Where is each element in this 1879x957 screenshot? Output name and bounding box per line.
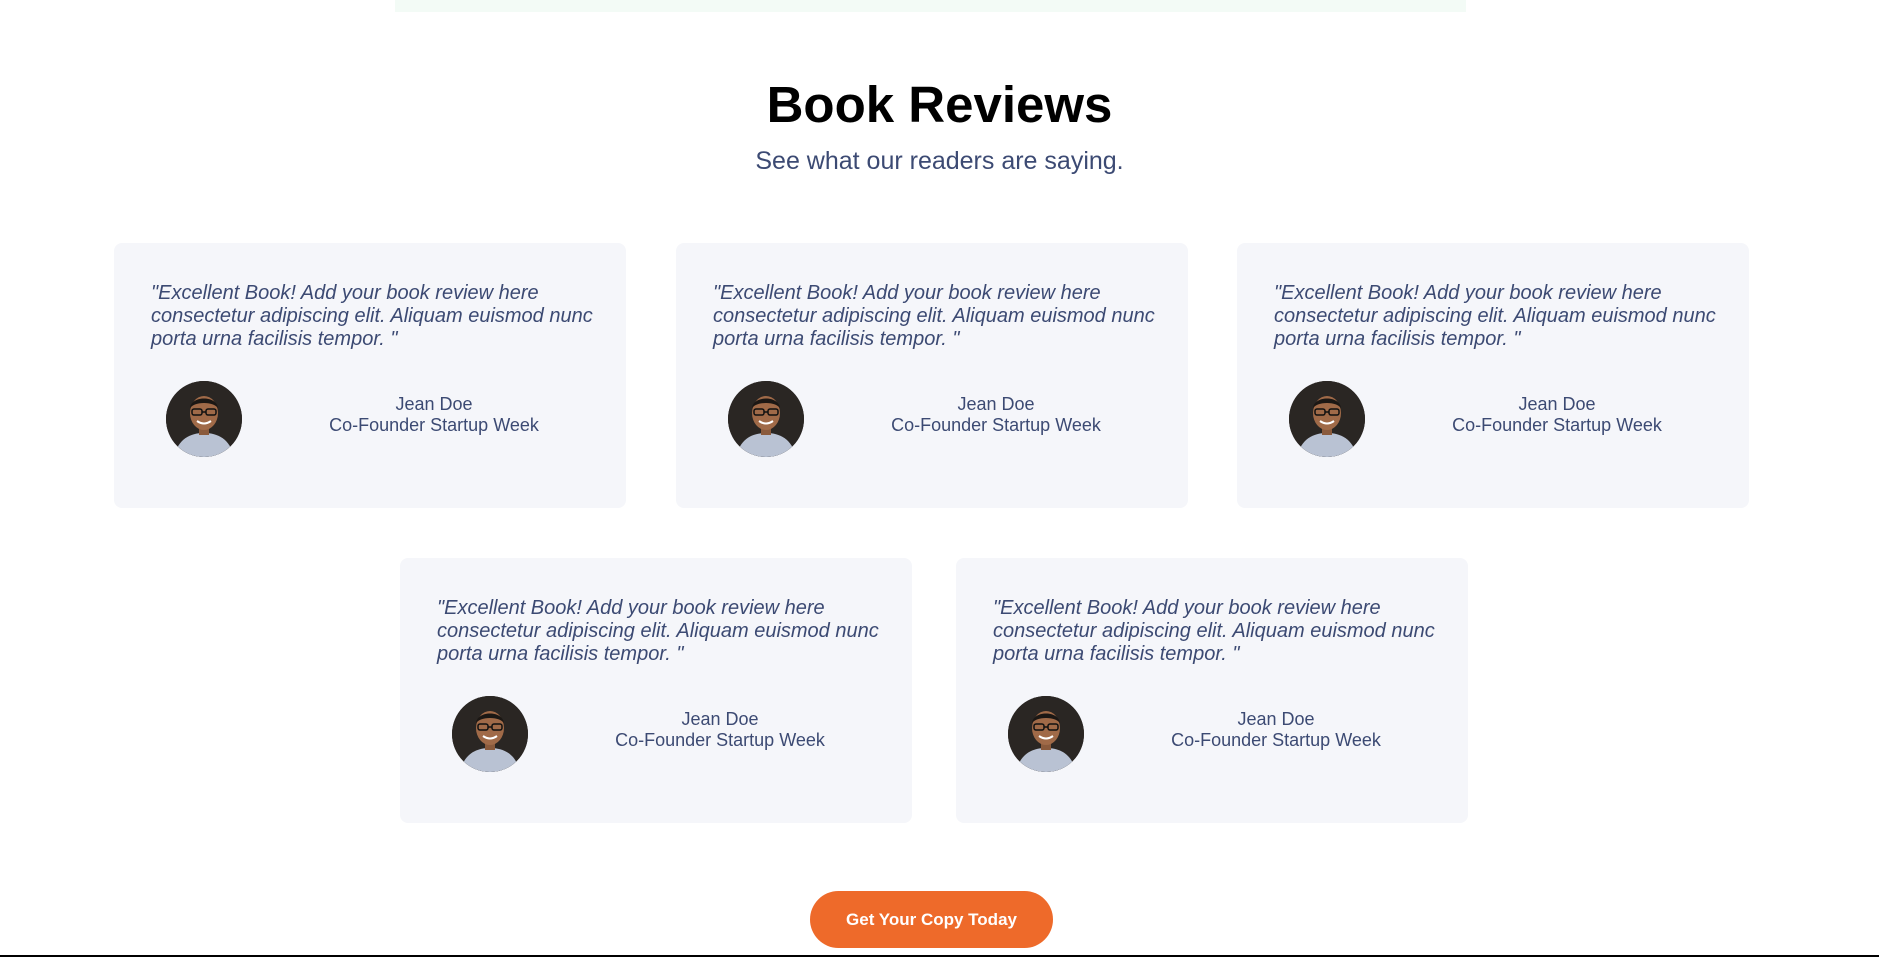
review-author: Jean Doe Co-Founder Startup Week xyxy=(861,394,1131,436)
review-quote: "Excellent Book! Add your book review he… xyxy=(1274,282,1716,350)
review-quote: "Excellent Book! Add your book review he… xyxy=(713,282,1155,350)
person-avatar-icon xyxy=(452,696,528,772)
reviewer-role: Co-Founder Startup Week xyxy=(329,415,539,435)
person-avatar-icon xyxy=(1008,696,1084,772)
reviewer-avatar xyxy=(452,696,528,772)
reviewer-avatar xyxy=(1008,696,1084,772)
reviewer-role: Co-Founder Startup Week xyxy=(891,415,1101,435)
review-author: Jean Doe Co-Founder Startup Week xyxy=(585,709,855,751)
reviewer-avatar xyxy=(728,381,804,457)
review-author: Jean Doe Co-Founder Startup Week xyxy=(1141,709,1411,751)
review-card: "Excellent Book! Add your book review he… xyxy=(114,243,626,508)
review-author: Jean Doe Co-Founder Startup Week xyxy=(299,394,569,436)
reviewer-avatar xyxy=(1289,381,1365,457)
reviewer-name: Jean Doe xyxy=(681,709,759,729)
person-avatar-icon xyxy=(728,381,804,457)
reviewer-name: Jean Doe xyxy=(957,394,1035,414)
reviewer-name: Jean Doe xyxy=(395,394,473,414)
section-subtitle: See what our readers are saying. xyxy=(755,147,1124,175)
reviewer-role: Co-Founder Startup Week xyxy=(1171,730,1381,750)
review-author: Jean Doe Co-Founder Startup Week xyxy=(1422,394,1692,436)
person-avatar-icon xyxy=(1289,381,1365,457)
reviewer-avatar xyxy=(166,381,242,457)
review-quote: "Excellent Book! Add your book review he… xyxy=(437,597,879,665)
reviewer-name: Jean Doe xyxy=(1518,394,1596,414)
reviewer-role: Co-Founder Startup Week xyxy=(1452,415,1662,435)
review-card: "Excellent Book! Add your book review he… xyxy=(956,558,1468,823)
review-card: "Excellent Book! Add your book review he… xyxy=(676,243,1188,508)
reviewer-name: Jean Doe xyxy=(1237,709,1315,729)
reviewer-role: Co-Founder Startup Week xyxy=(615,730,825,750)
review-card: "Excellent Book! Add your book review he… xyxy=(400,558,912,823)
previous-section-strip xyxy=(395,0,1466,12)
person-avatar-icon xyxy=(166,381,242,457)
section-title: Book Reviews xyxy=(766,76,1113,133)
review-quote: "Excellent Book! Add your book review he… xyxy=(151,282,593,350)
review-quote: "Excellent Book! Add your book review he… xyxy=(993,597,1435,665)
get-your-copy-button[interactable]: Get Your Copy Today xyxy=(810,891,1053,948)
review-card: "Excellent Book! Add your book review he… xyxy=(1237,243,1749,508)
reviews-page: Book Reviews See what our readers are sa… xyxy=(0,0,1879,957)
